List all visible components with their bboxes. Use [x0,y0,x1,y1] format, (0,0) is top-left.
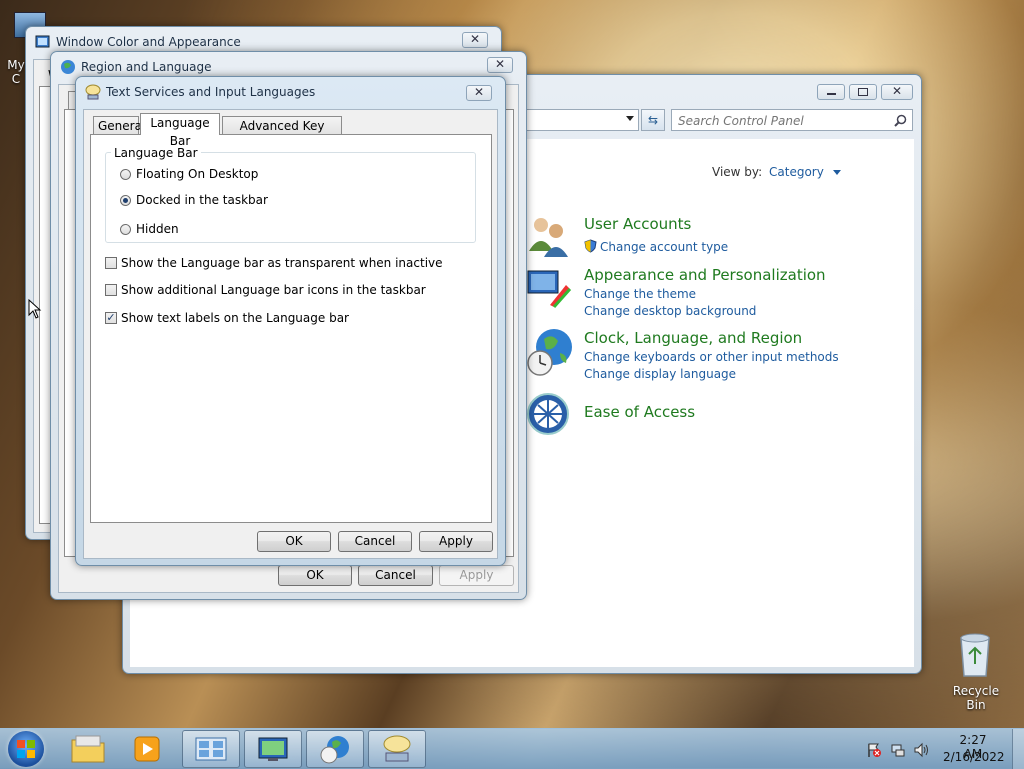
mouse-cursor-icon [28,299,42,319]
recycle-bin-graphic [960,633,990,677]
link-change-account-type[interactable]: Change account type [600,240,728,254]
link-change-theme[interactable]: Change the theme [584,287,696,301]
view-by-value: Category [769,165,824,179]
maximize-icon [858,88,868,96]
search-icon[interactable] [894,114,907,127]
tab-advanced-key-settings[interactable]: Advanced Key Settings [222,116,342,151]
region-cancel-button[interactable]: Cancel [358,565,433,586]
radio-hidden[interactable] [120,224,131,235]
shield-icon [584,239,597,253]
view-by-dropdown[interactable]: Category [769,165,841,179]
language-bar-panel: Language Bar Floating On Desktop Docked … [90,134,492,523]
radio-docked-in-taskbar[interactable] [120,195,131,206]
recycle-bin-icon[interactable]: Recycle Bin [940,628,1010,712]
appearance-icon [527,270,572,308]
search-box[interactable] [671,109,913,131]
minimize-icon [826,93,836,95]
category-clock-language-region[interactable]: Clock, Language, and Region [584,329,802,347]
explorer-folder-icon[interactable] [68,732,108,766]
close-button[interactable]: ✕ [881,84,913,100]
category-appearance[interactable]: Appearance and Personalization [584,266,826,284]
taskbar-control-panel[interactable] [182,730,240,768]
show-desktop-button[interactable] [1012,729,1024,769]
search-input[interactable] [676,112,890,130]
chevron-down-icon [832,170,841,175]
refresh-button[interactable]: ⇆ [641,109,665,131]
action-center-flag-icon[interactable] [866,742,882,758]
control-panel-icon [195,737,227,761]
user-accounts-icon [529,218,568,257]
check-mark-icon: ✓ [106,311,116,324]
text-services-window: Text Services and Input Languages ✕ Gene… [75,76,506,566]
refresh-icon: ⇆ [647,113,659,127]
cancel-button[interactable]: Cancel [338,531,412,552]
taskbar-window-color[interactable] [244,730,302,768]
window-color-icon [35,35,50,48]
volume-icon[interactable] [913,742,931,758]
close-icon: ✕ [891,84,903,98]
radio-docked-label[interactable]: Docked in the taskbar [136,193,268,207]
link-change-keyboards[interactable]: Change keyboards or other input methods [584,350,839,364]
address-dropdown-icon[interactable] [626,116,634,121]
region-close-button[interactable]: ✕ [487,57,513,73]
radio-floating-on-desktop[interactable] [120,169,131,180]
taskbar-text-services[interactable] [368,730,426,768]
taskbar-region-language[interactable] [306,730,364,768]
start-button[interactable] [8,731,44,767]
maximize-button[interactable] [849,84,877,100]
checkbox-text-labels-label[interactable]: Show text labels on the Language bar [121,311,349,325]
ease-of-access-icon [527,393,569,435]
tab-language-bar[interactable]: Language Bar [140,113,220,148]
media-player-icon[interactable] [126,732,166,766]
taskbar: 2:27 AM 2/16/2022 [0,728,1024,769]
radio-hidden-label[interactable]: Hidden [136,222,179,236]
category-user-accounts[interactable]: User Accounts [584,215,691,233]
text-services-title: Text Services and Input Languages [106,85,316,99]
recycle-bin-label: Recycle Bin [952,684,1000,712]
windows-logo-icon [17,740,35,758]
checkbox-transparent-inactive[interactable] [105,257,117,269]
region-ok-button[interactable]: OK [278,565,352,586]
clock-globe-icon [527,329,572,376]
checkbox-text-labels[interactable]: ✓ [105,312,117,324]
checkbox-additional-icons[interactable] [105,284,117,296]
window-color-icon [258,737,288,761]
address-bar[interactable] [523,109,639,131]
view-by-label: View by: [712,165,763,179]
link-change-desktop-background[interactable]: Change desktop background [584,304,756,318]
checkbox-transparent-label[interactable]: Show the Language bar as transparent whe… [121,256,443,270]
radio-floating-label[interactable]: Floating On Desktop [136,167,258,181]
text-services-close-button[interactable]: ✕ [466,85,492,101]
text-services-icon [383,735,411,762]
clock-date[interactable]: 2/16/2022 [943,750,1005,764]
text-services-client: General Language Bar Advanced Key Settin… [83,109,498,559]
globe-icon [61,60,75,74]
close-icon: ✕ [473,85,485,99]
link-change-display-language[interactable]: Change display language [584,367,736,381]
close-icon: ✕ [469,32,481,46]
checkbox-additional-label[interactable]: Show additional Language bar icons in th… [121,283,426,297]
ok-button[interactable]: OK [257,531,331,552]
clock-globe-icon [320,736,349,764]
minimize-button[interactable] [817,84,845,100]
network-icon[interactable] [890,742,906,758]
category-ease-of-access[interactable]: Ease of Access [584,403,695,421]
window-color-title: Window Color and Appearance [56,35,241,49]
close-icon: ✕ [494,57,506,71]
apply-button[interactable]: Apply [419,531,493,552]
window-color-close-button[interactable]: ✕ [462,32,488,48]
tab-general[interactable]: General [93,116,145,135]
text-services-icon [85,84,101,100]
region-apply-button[interactable]: Apply [439,565,514,586]
region-language-title: Region and Language [81,60,212,74]
